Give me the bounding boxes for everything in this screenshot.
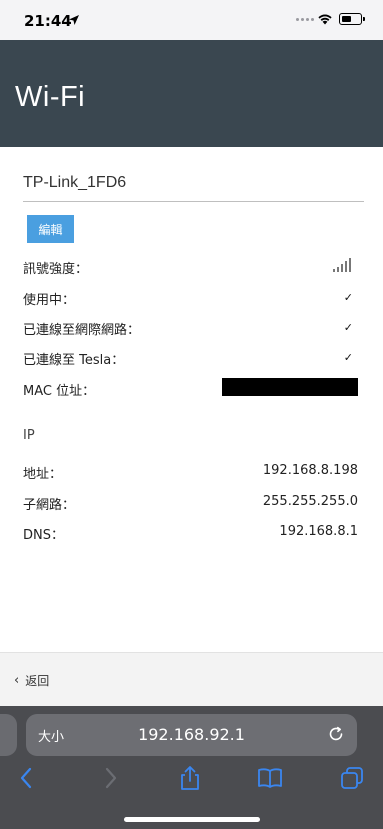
check-icon: ✓ (343, 322, 353, 334)
ip-heading: IP (23, 428, 35, 443)
mac-label: MAC 位址： (23, 384, 96, 399)
forward-icon[interactable] (97, 765, 123, 791)
dns-label: DNS： (23, 528, 64, 543)
in-use-label: 使用中： (23, 293, 76, 308)
divider (23, 201, 364, 202)
edit-button[interactable]: 編輯 (27, 215, 74, 243)
address-row: 地址： 192.168.8.198 (23, 463, 358, 483)
address-value: 192.168.8.198 (262, 463, 358, 478)
address-label: 地址： (23, 467, 63, 482)
location-arrow-icon (69, 15, 79, 25)
tabs-icon[interactable] (339, 765, 365, 791)
page-title: Wi-Fi (15, 81, 86, 113)
subnet-value: 255.255.255.0 (262, 494, 358, 509)
previous-tab-edge[interactable] (0, 714, 17, 756)
mac-redaction (222, 378, 358, 396)
cellular-signal-icon (296, 18, 314, 21)
address-bar[interactable]: 大小 192.168.92.1 (26, 714, 357, 756)
mac-row: MAC 位址： (23, 378, 358, 400)
url-text[interactable]: 192.168.92.1 (26, 725, 357, 744)
share-icon[interactable] (177, 765, 203, 791)
page-header: Wi-Fi (0, 40, 383, 147)
internet-label: 已連線至網際網路： (23, 323, 141, 338)
in-use-row: 使用中： ✓ (23, 289, 358, 309)
network-name: TP-Link_1FD6 (23, 174, 127, 191)
back-label: 返回 (25, 674, 50, 688)
dns-value: 192.168.8.1 (279, 524, 358, 539)
signal-strength-label: 訊號強度： (23, 262, 89, 277)
check-icon: ✓ (343, 292, 353, 304)
signal-strength-icon (333, 258, 353, 272)
check-icon: ✓ (343, 352, 353, 364)
subnet-label: 子網路： (23, 498, 76, 513)
internet-row: 已連線至網際網路： ✓ (23, 319, 358, 339)
back-icon[interactable] (14, 765, 40, 791)
back-bar: ‹ 返回 (0, 652, 383, 706)
bookmarks-icon[interactable] (257, 765, 283, 791)
wifi-icon (318, 14, 332, 25)
dns-row: DNS： 192.168.8.1 (23, 524, 358, 544)
tesla-label: 已連線至 Tesla： (23, 353, 125, 368)
reload-icon[interactable] (327, 725, 345, 743)
signal-strength-row: 訊號強度： (23, 258, 358, 278)
back-link[interactable]: ‹ 返回 (14, 672, 49, 689)
tesla-row: 已連線至 Tesla： ✓ (23, 349, 358, 369)
battery-cap (363, 17, 365, 21)
subnet-row: 子網路： 255.255.255.0 (23, 494, 358, 514)
status-time: 21:44 (24, 12, 72, 30)
home-indicator (124, 817, 260, 822)
browser-toolbar: 大小 192.168.92.1 (0, 706, 383, 829)
chevron-left-icon: ‹ (14, 673, 20, 688)
battery-icon (339, 13, 362, 25)
status-bar: 21:44 (0, 0, 383, 40)
